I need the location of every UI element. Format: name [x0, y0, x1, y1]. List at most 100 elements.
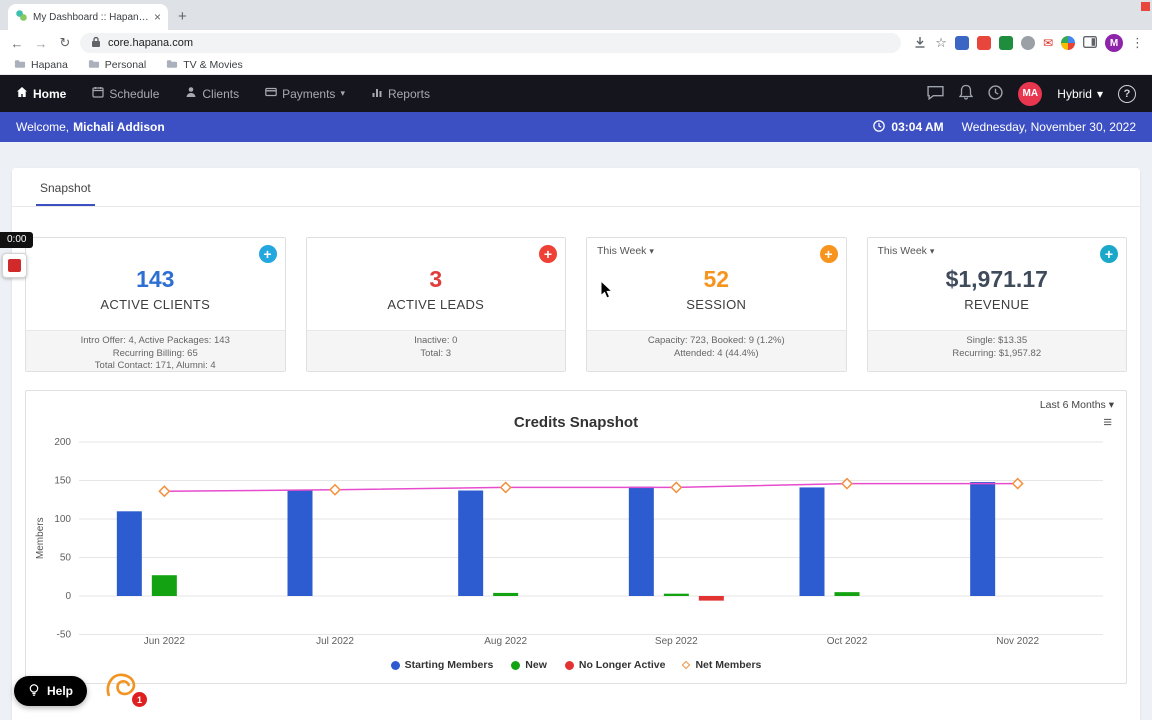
svg-text:Sep 2022: Sep 2022 — [655, 636, 698, 647]
profile-dropdown[interactable]: Hybrid ▾ — [1057, 87, 1103, 101]
new-tab-button[interactable]: + — [178, 8, 187, 25]
side-panel-icon[interactable] — [1083, 35, 1097, 51]
footer-line: Recurring Billing: 65 — [112, 347, 198, 359]
bookmark-folder-tv-movies[interactable]: TV & Movies — [166, 59, 243, 72]
tab-close-icon[interactable]: × — [154, 10, 161, 24]
footer-line: Single: $13.35 — [966, 335, 1028, 346]
chevron-down-icon: ▾ — [340, 88, 345, 98]
nav-item-home[interactable]: Home — [16, 86, 66, 101]
reload-button[interactable]: ↻ — [56, 35, 74, 51]
chevron-down-icon: ▾ — [1096, 86, 1103, 101]
forward-button[interactable]: → — [32, 36, 50, 51]
bookmark-label: Hapana — [31, 59, 68, 71]
extension-icon-1[interactable] — [954, 36, 969, 50]
svg-text:Jun 2022: Jun 2022 — [144, 636, 186, 647]
recorder-stop-button[interactable] — [2, 253, 27, 278]
stat-value: 143 — [136, 266, 175, 292]
clock-icon[interactable] — [988, 84, 1003, 103]
period-label: This Week — [597, 245, 647, 257]
chart-legend: Starting Members New No Longer Active Net M… — [26, 659, 1126, 671]
footer-line: Attended: 4 (44.4%) — [674, 347, 759, 359]
folder-icon — [88, 59, 100, 72]
legend-label: No Longer Active — [578, 659, 666, 671]
legend-label: Net Members — [695, 659, 762, 671]
welcome-user-name: Michali Addison — [73, 120, 165, 134]
gmail-icon[interactable]: ✉ — [1043, 36, 1053, 50]
card-period-dropdown[interactable]: This Week ▾ — [597, 245, 654, 257]
add-session-button[interactable]: + — [819, 245, 838, 263]
nav-item-payments[interactable]: Payments ▾ — [265, 86, 345, 101]
footer-line: Inactive: 0 — [414, 335, 458, 346]
add-revenue-button[interactable]: + — [1100, 245, 1118, 263]
nav-item-schedule[interactable]: Schedule — [92, 86, 159, 101]
browser-tab[interactable]: My Dashboard :: Hapana | Tak × — [8, 4, 168, 30]
app-navbar: Home Schedule Clients Payments ▾ Reports… — [0, 75, 1152, 112]
chevron-down-icon: ▾ — [649, 246, 654, 256]
bookmarks-bar: Hapana Personal TV & Movies — [0, 56, 1152, 75]
chart-filter-row: Last 6 Months ▾ — [26, 391, 1126, 411]
svg-text:Aug 2022: Aug 2022 — [484, 636, 527, 647]
card-footer: Intro Offer: 4, Active Packages: 143 Rec… — [26, 330, 285, 371]
footer-line: Total: 3 — [420, 347, 452, 359]
chart-title: Credits Snapshot — [513, 414, 639, 431]
extension-icon-4[interactable] — [1020, 36, 1035, 50]
current-date: Wednesday, November 30, 2022 — [961, 120, 1136, 134]
browser-toolbar: ← → ↻ core.hapana.com ☆ ✉ M ⋮ — [0, 30, 1152, 56]
svg-text:Jul 2022: Jul 2022 — [316, 636, 354, 647]
back-button[interactable]: ← — [8, 36, 26, 51]
url-text: core.hapana.com — [108, 37, 193, 49]
download-icon[interactable] — [913, 35, 927, 52]
chart-period-dropdown[interactable]: Last 6 Months ▾ — [1040, 399, 1114, 411]
bookmark-folder-hapana[interactable]: Hapana — [14, 59, 68, 72]
legend-label: Starting Members — [404, 659, 494, 671]
toolbar-right: ☆ ✉ M ⋮ — [913, 34, 1144, 52]
legend-item[interactable]: Net Members — [682, 659, 762, 671]
address-bar[interactable]: core.hapana.com — [80, 33, 902, 53]
add-client-button[interactable]: + — [258, 245, 277, 263]
extension-icon-5[interactable] — [1061, 36, 1075, 50]
main-content: Snapshot + 143 ACTIVE CLIENTS Intro Offe… — [0, 142, 1152, 720]
nav-item-reports[interactable]: Reports — [371, 86, 430, 101]
svg-text:0: 0 — [65, 591, 71, 602]
footer-line: Recurring: $1,957.82 — [952, 347, 1042, 359]
card-icon — [265, 86, 277, 101]
stat-label: ACTIVE CLIENTS — [100, 297, 211, 312]
browser-menu-icon[interactable]: ⋮ — [1131, 35, 1144, 51]
legend-item[interactable]: New — [511, 659, 547, 671]
card-period-dropdown[interactable]: This Week ▾ — [878, 245, 935, 257]
site-favicon-icon — [15, 9, 28, 25]
extension-icon-2[interactable] — [976, 36, 991, 50]
legend-item[interactable]: Starting Members — [390, 659, 494, 671]
clock-icon — [873, 119, 886, 135]
bell-icon[interactable] — [958, 84, 974, 103]
bookmark-folder-personal[interactable]: Personal — [88, 59, 146, 72]
tab-snapshot[interactable]: Snapshot — [36, 168, 95, 206]
chart-title-row: Credits Snapshot ≡ — [26, 414, 1126, 436]
legend-dot-icon — [511, 660, 521, 670]
help-icon[interactable]: ? — [1118, 84, 1136, 103]
card-top: 3 ACTIVE LEADS — [307, 238, 566, 330]
credits-snapshot-card: Last 6 Months ▾ Credits Snapshot ≡ -50 0 5… — [25, 390, 1127, 684]
browser-profile-avatar[interactable]: M — [1105, 34, 1123, 52]
legend-item[interactable]: No Longer Active — [564, 659, 666, 671]
nav-item-clients[interactable]: Clients — [185, 86, 239, 101]
nav-label: Clients — [202, 86, 240, 101]
chart-menu-icon[interactable]: ≡ — [1103, 414, 1112, 432]
svg-text:Members: Members — [35, 517, 46, 559]
legend-dot-icon — [390, 660, 400, 670]
welcome-greeting: Welcome, — [16, 120, 70, 134]
browser-tab-strip: My Dashboard :: Hapana | Tak × + — [0, 0, 1152, 30]
bookmark-star-icon[interactable]: ☆ — [935, 35, 947, 51]
extension-icon-3[interactable] — [998, 36, 1013, 50]
nav-label: Schedule — [109, 86, 160, 101]
help-button[interactable]: Help — [14, 676, 88, 706]
svg-text:Nov 2022: Nov 2022 — [996, 636, 1039, 647]
user-avatar[interactable]: MA — [1018, 81, 1043, 106]
nav-label: Payments — [282, 86, 336, 101]
add-lead-button[interactable]: + — [539, 245, 557, 263]
stat-card-session: This Week ▾ + 52 SESSION Capacity: 723, … — [586, 237, 847, 372]
folder-icon — [166, 59, 178, 72]
stat-value: $1,971.17 — [945, 266, 1048, 292]
credits-chart: -50 0 50 100 150 200 Members Jun 2022 Jul 2022 Au… — [35, 437, 1103, 647]
chat-icon[interactable] — [927, 85, 944, 103]
